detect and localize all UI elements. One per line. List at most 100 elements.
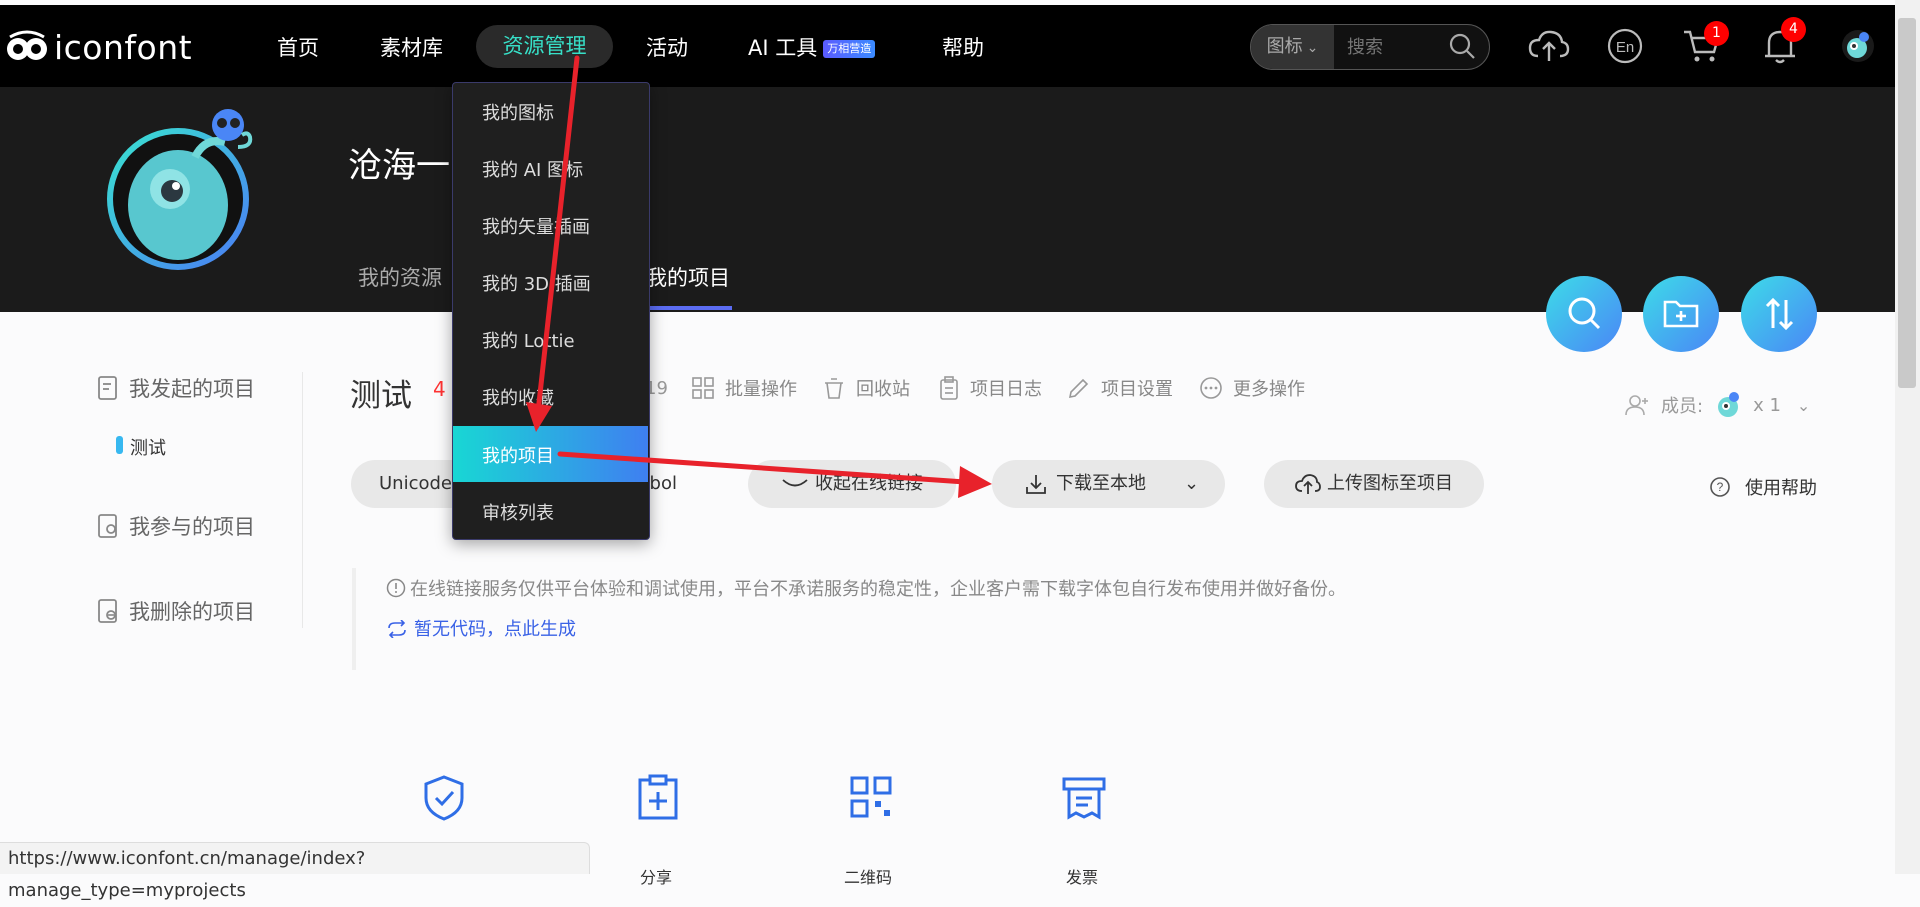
sidebar-joined-label: 我参与的项目 (129, 515, 255, 539)
edit-document-icon (98, 376, 117, 400)
clipboard-icon (940, 376, 958, 400)
language-en-icon[interactable]: En (1606, 27, 1644, 65)
more-operations-label: 更多操作 (1233, 379, 1305, 400)
project-icon-count: 4 (433, 377, 446, 401)
chameleon-logo-icon (7, 30, 47, 60)
batch-operation-label: 批量操作 (725, 379, 797, 400)
members-count: x 1 (1753, 394, 1781, 416)
chevron-down-icon: ⌄ (1796, 395, 1811, 415)
qrcode-label: 二维码 (844, 868, 893, 887)
search-round-button[interactable] (1546, 276, 1622, 352)
chevron-down-icon: ⌄ (1306, 40, 1319, 56)
profile-avatar (107, 109, 253, 270)
scrollbar-thumb[interactable] (1898, 18, 1916, 388)
notice-message: 在线链接服务仅供平台体验和调试使用，平台不承诺服务的稳定性，企业客户需下载字体包… (410, 579, 1346, 600)
dropdown-item-my-favorites[interactable]: 我的收藏 (482, 384, 554, 410)
dropdown-item-my-icons[interactable]: 我的图标 (482, 99, 554, 125)
dropdown-item-my-projects[interactable]: 我的项目 (482, 442, 554, 468)
chevron-down-icon[interactable]: ⌄ (1184, 460, 1199, 508)
dropdown-item-my-ai-icons[interactable]: 我的 AI 图标 (482, 156, 583, 182)
qrcode-icon[interactable] (849, 775, 893, 819)
search-input[interactable] (1345, 30, 1444, 64)
more-operations-button[interactable]: 更多操作 (1199, 375, 1305, 401)
tab-my-resources[interactable]: 我的资源 (358, 262, 442, 292)
project-settings-button[interactable]: 项目设置 (1067, 375, 1173, 401)
notice-text: 在线链接服务仅供平台体验和调试使用，平台不承诺服务的稳定性，企业客户需下载字体包… (386, 575, 1346, 601)
sidebar-divider (302, 372, 303, 628)
nav-activities[interactable]: 活动 (646, 28, 688, 68)
user-avatar[interactable] (1840, 28, 1876, 64)
tab-my-projects[interactable]: 我的项目 (646, 262, 730, 292)
recycle-bin-label: 回收站 (856, 379, 910, 400)
browser-status-url: https://www.iconfont.cn/manage/index?man… (0, 842, 590, 901)
download-icon (1026, 475, 1046, 494)
search-icon[interactable] (1448, 32, 1476, 60)
upload-icon-to-project-button[interactable]: 上传图标至项目 (1264, 460, 1484, 508)
active-project-marker (116, 436, 123, 454)
dropdown-item-review-list[interactable]: 审核列表 (482, 499, 554, 525)
dropdown-item-my-3d-illustrations[interactable]: 我的 3D 插画 (482, 270, 591, 296)
profile-username: 沧海一 (348, 146, 450, 186)
project-log-button[interactable]: 项目日志 (938, 375, 1042, 401)
sidebar-started-label: 我发起的项目 (129, 377, 255, 401)
sidebar-project-test[interactable]: 测试 (130, 434, 166, 460)
generate-code-link[interactable]: 暂无代码，点此生成 (386, 615, 576, 641)
collapse-online-link-label: 收起在线链接 (815, 473, 923, 494)
refresh-icon (388, 619, 406, 639)
nav-help[interactable]: 帮助 (942, 28, 984, 68)
cart-badge: 1 (1704, 21, 1729, 46)
svg-text:En: En (1616, 39, 1634, 56)
more-dots-icon (1200, 377, 1222, 399)
sidebar-deleted-label: 我删除的项目 (129, 600, 255, 624)
download-local-label: 下载至本地 (1056, 473, 1146, 494)
nav-resource-management[interactable]: 资源管理 (476, 25, 613, 68)
project-log-label: 项目日志 (970, 379, 1042, 400)
search-type-select[interactable]: 图标 ⌄ (1251, 25, 1334, 69)
members-selector[interactable]: 成员: x 1 ⌄ (1625, 390, 1810, 420)
annotation-arrowhead-right (958, 466, 992, 498)
info-circle-icon (386, 578, 406, 598)
cloud-upload-icon[interactable] (1528, 28, 1570, 64)
svg-text:?: ? (1717, 480, 1724, 494)
sidebar-deleted-projects[interactable]: 我删除的项目 (97, 596, 255, 626)
collapse-online-link-button[interactable]: 收起在线链接 (748, 460, 956, 508)
nav-materials[interactable]: 素材库 (380, 28, 443, 68)
dropdown-item-my-lottie[interactable]: 我的 Lottie (482, 327, 575, 353)
sidebar-joined-projects[interactable]: 我参与的项目 (97, 511, 255, 541)
dropdown-item-my-vector-illustrations[interactable]: 我的矢量插画 (482, 213, 590, 239)
generate-code-label: 暂无代码，点此生成 (414, 619, 576, 640)
site-logo[interactable]: iconfont (6, 22, 192, 72)
usage-help-label: 使用帮助 (1745, 478, 1817, 499)
logo-text: iconfont (54, 27, 193, 67)
folder-add-icon (1663, 300, 1699, 328)
recycle-bin-button[interactable]: 回收站 (822, 375, 910, 401)
search-type-label: 图标 (1266, 36, 1303, 57)
notice-bar (352, 568, 356, 670)
search-icon (1568, 297, 1601, 330)
eye-closed-icon (782, 479, 808, 487)
nav-ai-tools[interactable]: AI 工具 万相营造 (748, 28, 876, 68)
cloud-upload-icon (1295, 474, 1321, 494)
invoice-icon[interactable] (1061, 776, 1107, 820)
download-local-button[interactable]: 下载至本地 ⌄ (992, 460, 1225, 508)
invoice-label: 发票 (1066, 868, 1099, 887)
ai-tools-badge: 万相营造 (823, 40, 876, 58)
shield-check-icon[interactable] (422, 774, 466, 822)
user-add-icon (1625, 395, 1648, 416)
usage-help-link[interactable]: ? 使用帮助 (1709, 474, 1817, 500)
sort-round-button[interactable] (1741, 276, 1817, 352)
members-label: 成员: (1661, 396, 1704, 417)
nav-ai-tools-label: AI 工具 (748, 36, 818, 60)
sidebar-started-projects[interactable]: 我发起的项目 (97, 373, 255, 403)
new-folder-round-button[interactable] (1643, 276, 1719, 352)
member-avatar (1718, 392, 1740, 417)
joined-document-icon (98, 514, 117, 538)
project-title: 测试 (350, 378, 412, 414)
clipboard-add-icon[interactable] (636, 774, 680, 822)
batch-operation-button[interactable]: 批量操作 (691, 375, 797, 401)
edit-icon (1068, 378, 1089, 399)
deleted-document-icon (98, 599, 117, 623)
upload-icon-label: 上传图标至项目 (1327, 473, 1453, 494)
nav-home[interactable]: 首页 (277, 28, 319, 68)
trash-icon (825, 378, 843, 399)
